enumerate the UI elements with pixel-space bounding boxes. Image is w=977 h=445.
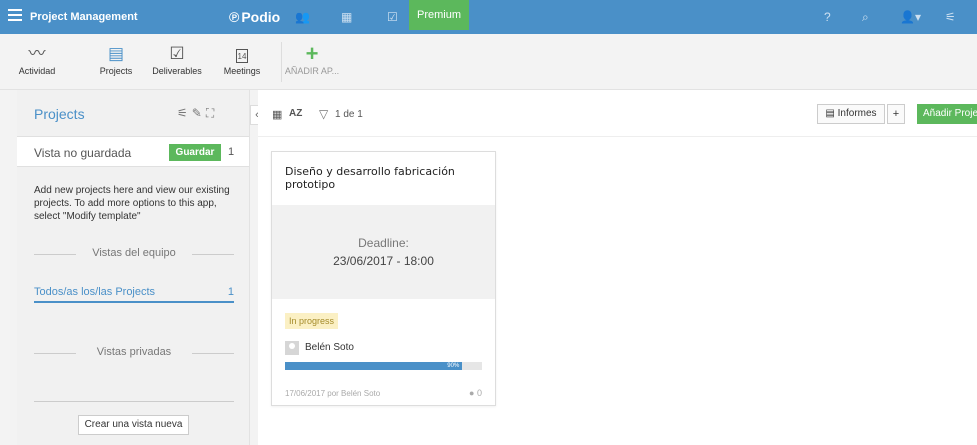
view-count: 1 bbox=[227, 286, 234, 298]
deadline-label: Deadline: bbox=[358, 236, 409, 250]
podio-logo-text: Podio bbox=[241, 9, 281, 25]
sort-button[interactable]: AZ bbox=[289, 108, 302, 119]
item-count: 1 de 1 bbox=[335, 109, 363, 120]
activity-icon: 〰 bbox=[28, 44, 46, 63]
tasks-icon[interactable]: ☑ bbox=[387, 10, 398, 24]
card-title: Diseño y desarrollo fabricación prototip… bbox=[285, 165, 455, 191]
notifications-icon[interactable]: ⚟ bbox=[945, 10, 956, 24]
progress-bar: 90% bbox=[285, 362, 482, 370]
comment-icon: ● bbox=[469, 388, 477, 398]
view-toolbar: ▦ AZ ▽ 1 de 1 ▤ Informes + Añadir Proje bbox=[258, 90, 977, 137]
premium-button[interactable]: Premium bbox=[409, 0, 469, 30]
unsaved-view-count: 1 bbox=[228, 146, 235, 158]
app-label: Deliverables bbox=[152, 66, 202, 76]
reports-label: Informes bbox=[837, 108, 877, 119]
unsaved-view-label: Vista no guardada bbox=[34, 146, 132, 160]
comment-count-value: 0 bbox=[476, 388, 482, 398]
wrench-icon[interactable]: ✎ bbox=[192, 106, 206, 120]
search-icon[interactable]: ⌕ bbox=[862, 10, 869, 25]
app-description: Add new projects here and view our exist… bbox=[34, 185, 230, 222]
podio-logo[interactable]: ℗ Podio bbox=[229, 9, 280, 25]
assignee: Belén Soto bbox=[285, 340, 354, 356]
document-icon: ▤ bbox=[107, 44, 125, 63]
help-icon[interactable]: ? bbox=[824, 10, 831, 24]
calendar-day: 14 bbox=[235, 49, 249, 63]
report-icon: ▤ bbox=[825, 108, 838, 119]
contacts-icon[interactable]: 👥 bbox=[295, 10, 310, 24]
card-footer: 17/06/2017 por Belén Soto bbox=[285, 389, 381, 398]
main-content: ▦ AZ ▽ 1 de 1 ▤ Informes + Añadir Proje … bbox=[258, 90, 977, 445]
rss-icon[interactable]: ⚟ bbox=[177, 106, 192, 120]
expand-icon[interactable]: ⛶ bbox=[206, 106, 218, 120]
app-label: Actividad bbox=[18, 66, 56, 76]
card-layout-icon[interactable]: ▦ bbox=[272, 108, 282, 121]
sidebar-divider bbox=[34, 401, 234, 402]
add-project-button[interactable]: Añadir Proje bbox=[917, 104, 977, 124]
filter-icon[interactable]: ▽ bbox=[319, 107, 328, 121]
user-menu-icon[interactable]: 👤▾ bbox=[900, 10, 921, 24]
status-badge: In progress bbox=[285, 313, 339, 329]
app-meetings[interactable]: 14 Meetings bbox=[211, 44, 273, 76]
calendar-icon: 14 bbox=[211, 44, 273, 64]
save-view-button[interactable]: Guardar bbox=[169, 144, 221, 161]
assignee-name: Belén Soto bbox=[305, 342, 354, 354]
workspace-title[interactable]: Project Management bbox=[30, 11, 138, 23]
progress-fill: 90% bbox=[285, 362, 463, 370]
app-projects[interactable]: ▤ Projects bbox=[85, 44, 147, 76]
add-app-label: AÑADIR AP... bbox=[284, 66, 340, 76]
add-app-button[interactable]: + AÑADIR AP... bbox=[281, 41, 343, 77]
app-deliverables[interactable]: ☑ Deliverables bbox=[146, 44, 208, 76]
sidebar-title: Projects bbox=[34, 106, 85, 122]
podio-logo-icon: ℗ bbox=[229, 9, 240, 25]
app-toolbar: 〰 Actividad ▤ Projects ☑ Deliverables 14… bbox=[0, 34, 977, 90]
checkbox-icon: ☑ bbox=[169, 44, 185, 63]
app-label: Projects bbox=[99, 66, 133, 76]
add-report-button[interactable]: + bbox=[887, 104, 905, 124]
app-actividad[interactable]: 〰 Actividad bbox=[6, 44, 68, 76]
comments-count[interactable]: ● 0 bbox=[469, 388, 482, 398]
reports-button[interactable]: ▤ Informes bbox=[817, 104, 885, 124]
project-card[interactable]: Diseño y desarrollo fabricación prototip… bbox=[271, 151, 496, 406]
view-label: Todos/as los/las Projects bbox=[34, 286, 156, 298]
views-sidebar: Projects ⚟✎⛶ ‹ Vista no guardada Guardar… bbox=[17, 90, 264, 445]
team-views-heading: Vistas del equipo bbox=[34, 247, 234, 261]
sidebar-header-icons: ⚟✎⛶ bbox=[177, 106, 218, 121]
sidebar-header: Projects ⚟✎⛶ ‹ bbox=[17, 90, 264, 137]
menu-icon[interactable] bbox=[8, 9, 22, 21]
calendar-icon[interactable]: ▦ bbox=[341, 10, 352, 24]
unsaved-view-row: Vista no guardada Guardar 1 bbox=[17, 137, 249, 167]
create-view-button[interactable]: Crear una vista nueva bbox=[78, 415, 189, 435]
plus-icon: + bbox=[305, 41, 319, 66]
top-bar: Project Management ℗ Podio 👥 ▦ ☑ Premium … bbox=[0, 0, 977, 34]
private-views-heading: Vistas privadas bbox=[34, 346, 234, 360]
deadline-value: 23/06/2017 - 18:00 bbox=[333, 254, 434, 268]
view-all-projects[interactable]: Todos/as los/las Projects 1 bbox=[34, 286, 234, 303]
avatar bbox=[285, 340, 299, 355]
app-label: Meetings bbox=[223, 66, 261, 76]
deadline-block: Deadline: 23/06/2017 - 18:00 bbox=[272, 205, 495, 299]
